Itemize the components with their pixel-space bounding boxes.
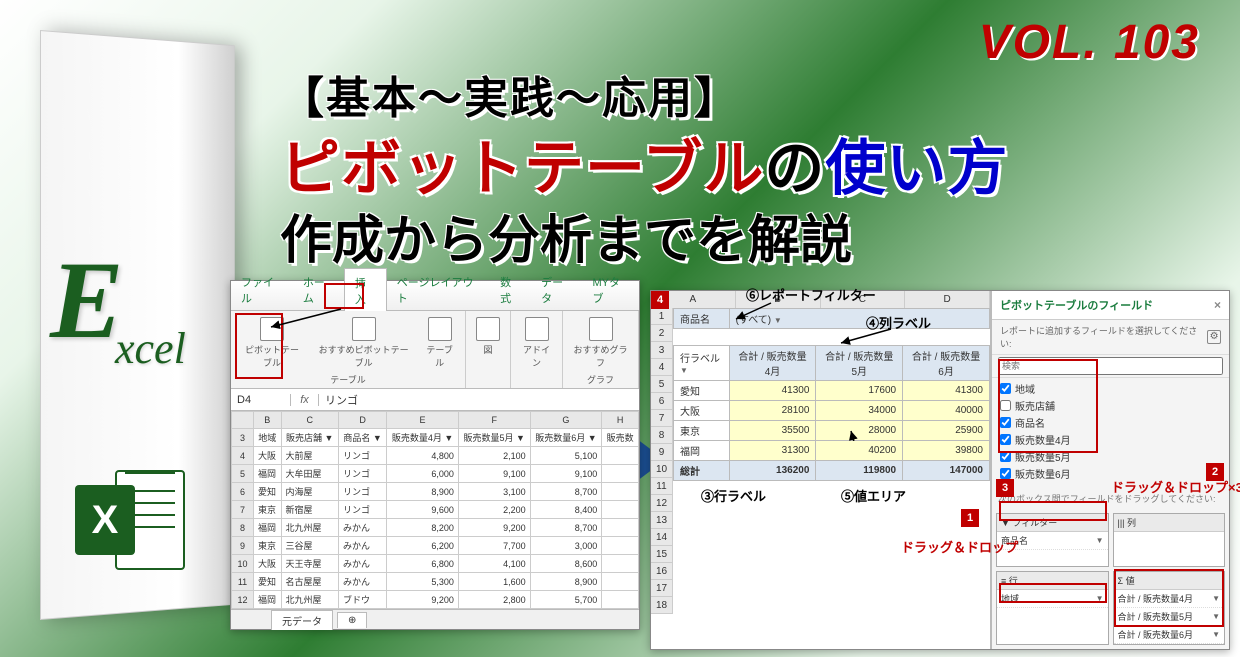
pivot-table-button[interactable]: ピボットテーブル <box>237 315 307 371</box>
pane-subtitle: レポートに追加するフィールドを選択してください: <box>1000 324 1207 350</box>
pivot-field-pane: ピボットテーブルのフィールド × レポートに追加するフィールドを選択してください… <box>991 291 1229 649</box>
tab-mytab[interactable]: MYタブ <box>582 268 639 310</box>
annot-drag2: ドラッグ＆ドロップ×3 <box>1111 481 1240 495</box>
field-item[interactable]: 販売数量5月 <box>998 448 1223 465</box>
ribbon-body: ピボットテーブル おすすめピボットテーブル テーブル テーブル 図 アドイン お… <box>231 311 639 389</box>
field-search-input[interactable] <box>998 357 1223 375</box>
recommended-pivot-button[interactable]: おすすめピボットテーブル <box>313 315 414 371</box>
ribbon-group-tables: テーブル <box>237 373 459 386</box>
tab-pagelayout[interactable]: ページレイアウト <box>387 268 490 310</box>
area-columns[interactable]: ||| 列 <box>1113 513 1226 567</box>
field-item[interactable]: 商品名 <box>998 414 1223 431</box>
badge-3: 3 <box>996 479 1014 497</box>
field-list[interactable]: 地域販売店舗商品名販売数量4月販売数量5月販売数量6月 <box>992 378 1229 484</box>
logo-letter-e: E <box>50 245 123 355</box>
table-button[interactable]: テーブル <box>420 315 459 371</box>
addins-button[interactable]: アドイン <box>517 315 556 371</box>
screenshot-source-sheet: ファイル ホーム 挿入 ページレイアウト 数式 データ MYタブ ピボットテーブ… <box>230 280 640 630</box>
formula-bar: D4 fx リンゴ <box>231 389 639 411</box>
excel-x-badge: X <box>75 485 135 555</box>
gear-icon[interactable]: ⚙ <box>1207 330 1221 344</box>
sheet-tabs[interactable]: 元データ ⊕ <box>231 609 639 629</box>
tab-insert[interactable]: 挿入 <box>344 268 387 311</box>
sheet-tab-source[interactable]: 元データ <box>271 610 333 630</box>
illustrations-button[interactable]: 図 <box>472 315 504 358</box>
annot-row-label: ③行ラベル <box>701 486 766 505</box>
screenshot-pivot-result: ABCD 123456789101112131415161718 商品名(すべて… <box>650 290 1230 650</box>
field-item[interactable]: 販売店舗 <box>998 397 1223 414</box>
badge-1: 1 <box>961 509 979 527</box>
ribbon-tabs: ファイル ホーム 挿入 ページレイアウト 数式 データ MYタブ <box>231 281 639 311</box>
fx-icon[interactable]: fx <box>291 394 319 406</box>
pivot-sheet-area[interactable]: ABCD 123456789101112131415161718 商品名(すべて… <box>651 291 991 649</box>
pane-title: ピボットテーブルのフィールド <box>1000 297 1153 313</box>
title-line1: 【基本～実践～応用】 <box>280 62 740 126</box>
badge-4: 4 <box>651 291 669 309</box>
title-line2: ピボットテーブルの使い方 <box>280 120 1008 207</box>
pane-close-icon[interactable]: × <box>1214 298 1221 312</box>
field-item[interactable]: 地域 <box>998 380 1223 397</box>
excel-icon: X <box>75 470 185 580</box>
sheet-tab-add[interactable]: ⊕ <box>337 612 367 628</box>
formula-value[interactable]: リンゴ <box>319 392 364 408</box>
volume-number: VOL. 103 <box>979 15 1200 70</box>
badge-2: 2 <box>1206 463 1224 481</box>
worksheet-grid[interactable]: BCDEFGH3地域販売店舗 ▼商品名 ▼販売数量4月 ▼販売数量5月 ▼販売数… <box>231 411 639 609</box>
title-l2-blue: 使い方 <box>825 135 1008 202</box>
tab-formulas[interactable]: 数式 <box>490 268 531 310</box>
area-rows[interactable]: ≡ 行 地域▼ <box>996 571 1109 645</box>
title-l2-red: ピボットテーブル <box>280 135 764 202</box>
area-values[interactable]: Σ 値 合計 / 販売数量4月▼合計 / 販売数量5月▼合計 / 販売数量6月▼ <box>1113 571 1226 645</box>
tab-file[interactable]: ファイル <box>231 268 293 310</box>
annot-report-filter: ⑥レポートフィルター <box>746 285 876 304</box>
field-item[interactable]: 販売数量4月 <box>998 431 1223 448</box>
annot-col-label: ④列ラベル <box>866 313 931 332</box>
ribbon-group-charts: グラフ <box>569 373 632 386</box>
annot-val-area: ⑤値エリア <box>841 486 906 505</box>
logo-letters-xcel: xcel <box>115 323 186 374</box>
annot-drag1: ドラッグ＆ドロップ <box>901 541 1018 555</box>
recommended-chart-button[interactable]: おすすめグラフ <box>569 315 632 371</box>
title-l2-black: の <box>764 135 825 202</box>
name-box[interactable]: D4 <box>231 394 291 406</box>
tab-data[interactable]: データ <box>531 268 582 310</box>
thumbnail-canvas: E xcel X VOL. 103 【基本～実践～応用】 ピボットテーブルの使い… <box>0 0 1240 657</box>
tab-home[interactable]: ホーム <box>293 268 344 310</box>
title-line3: 作成から分析までを解説 <box>280 198 852 273</box>
